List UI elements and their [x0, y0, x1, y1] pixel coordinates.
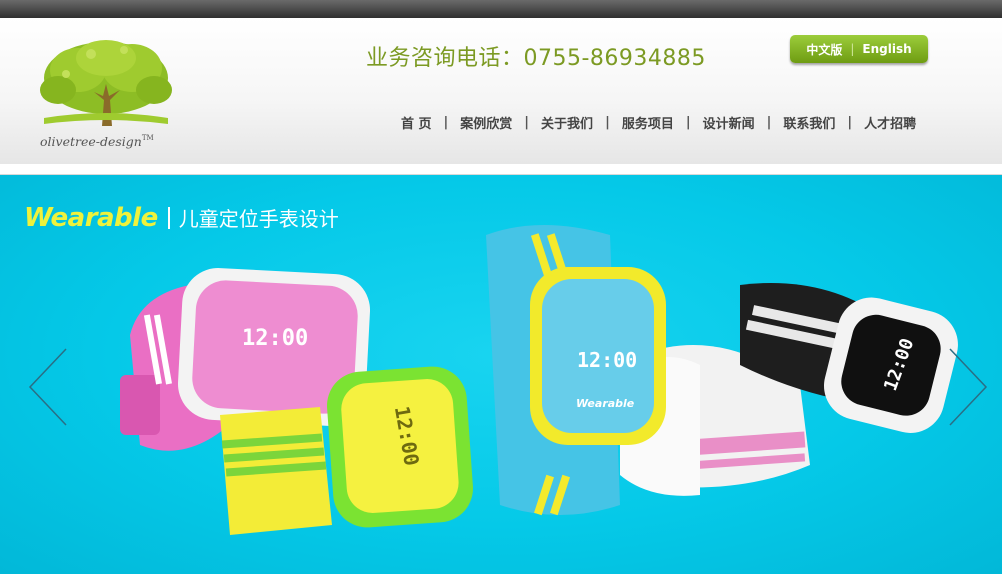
watches-image: 12:00 12:00 12:00 12:00 Wearable: [120, 225, 958, 535]
main-nav: 首 页 | 案例欣赏 | 关于我们 | 服务项目 | 设计新闻 | 联系我们 |…: [394, 112, 923, 132]
nav-item-about[interactable]: 关于我们: [534, 113, 600, 132]
site-logo[interactable]: olivetree-designTM: [36, 34, 176, 162]
nav-item-home[interactable]: 首 页: [394, 113, 439, 132]
lang-english-link[interactable]: English: [862, 42, 911, 56]
slogan-divider: [167, 207, 170, 229]
top-bar: [0, 0, 1002, 18]
hero-banner[interactable]: 12:00 12:00 12:00 12:00 Wearable Wearabl…: [0, 174, 1002, 574]
olive-tree-icon: [40, 40, 172, 126]
chevron-right-icon: [949, 348, 988, 426]
nav-item-news[interactable]: 设计新闻: [696, 113, 762, 132]
lang-separator: |: [850, 42, 855, 56]
nav-item-contact[interactable]: 联系我们: [776, 113, 842, 132]
nav-separator: |: [685, 114, 691, 130]
language-switch: 中文版 | English: [790, 35, 928, 63]
logo-text: olivetree-designTM: [40, 134, 154, 149]
blue-watch-brand: Wearable: [576, 397, 635, 410]
nav-item-services[interactable]: 服务项目: [615, 113, 681, 132]
carousel-next-button[interactable]: [946, 345, 990, 429]
pink-watch-time: 12:00: [242, 326, 308, 351]
banner-slogan: Wearable 儿童定位手表设计: [24, 203, 339, 233]
banner-brand: Wearable: [24, 203, 158, 233]
nav-separator: |: [443, 114, 449, 130]
site-header: olivetree-designTM 业务咨询电话：0755-86934885 …: [0, 18, 1002, 164]
nav-item-careers[interactable]: 人才招聘: [857, 113, 923, 132]
lang-chinese-link[interactable]: 中文版: [806, 41, 842, 58]
nav-separator: |: [605, 114, 610, 130]
chevron-left-icon: [28, 348, 67, 426]
carousel-prev-button[interactable]: [26, 345, 70, 429]
banner-subtitle: 儿童定位手表设计: [178, 207, 339, 231]
nav-separator: |: [847, 114, 853, 130]
blue-watch-time: 12:00: [577, 348, 637, 372]
nav-separator: |: [766, 114, 772, 130]
nav-separator: |: [524, 114, 530, 130]
nav-item-cases[interactable]: 案例欣赏: [453, 113, 519, 132]
hotline-text: 业务咨询电话：0755-86934885: [366, 46, 706, 71]
